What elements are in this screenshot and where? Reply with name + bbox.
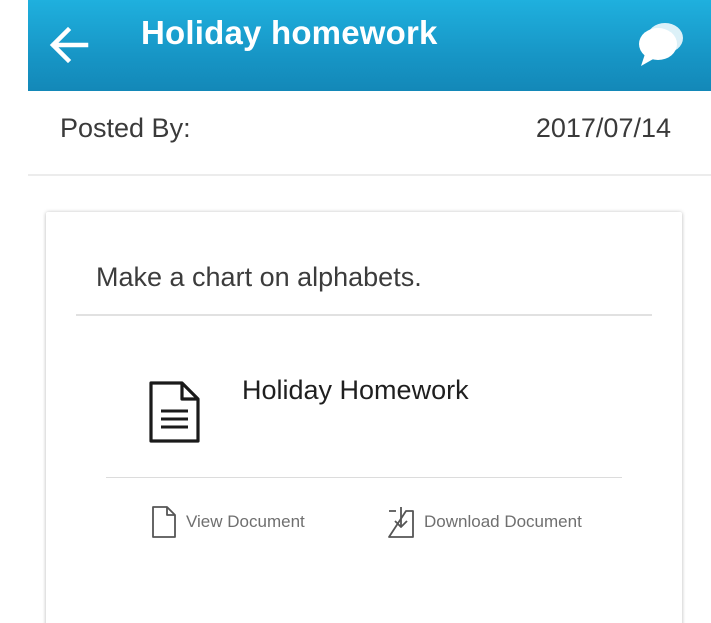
document-icon (146, 375, 204, 447)
file-icon (152, 506, 176, 538)
card-divider (76, 314, 652, 316)
chat-bubbles-icon (639, 23, 683, 66)
download-document-label: Download Document (424, 512, 582, 531)
chat-button[interactable] (635, 18, 687, 70)
post-info-row: Posted By: 2017/07/14 (28, 91, 711, 176)
posted-date: 2017/07/14 (535, 113, 671, 143)
view-document-button[interactable]: View Document (150, 502, 305, 542)
posted-by-label: Posted By: (60, 113, 191, 143)
app-bar: Holiday homework (28, 0, 711, 91)
page-title: Holiday homework (141, 14, 438, 51)
back-button[interactable] (46, 22, 92, 68)
arrow-left-icon (49, 26, 89, 64)
download-icon (388, 507, 414, 538)
homework-description: Make a chart on alphabets. (96, 262, 422, 292)
homework-card: Make a chart on alphabets. Holiday Homew… (46, 212, 682, 623)
download-document-button[interactable]: Download Document (386, 502, 582, 542)
screen: Holiday homework Posted By: 2017/07/14 M… (0, 0, 711, 623)
attachment-title: Holiday Homework (242, 375, 469, 405)
attachment-divider (106, 477, 622, 478)
view-document-label: View Document (186, 512, 305, 531)
